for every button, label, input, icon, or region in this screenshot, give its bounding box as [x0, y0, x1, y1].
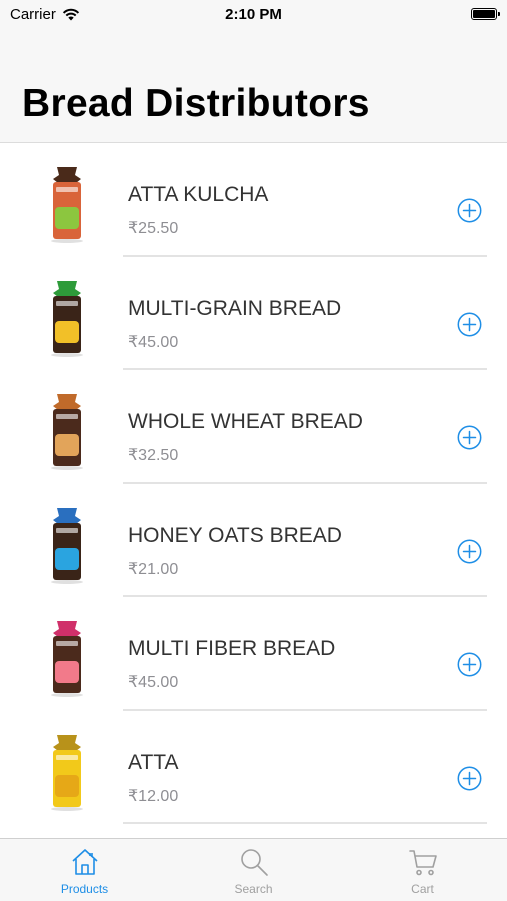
add-to-cart-icon[interactable]	[457, 312, 482, 337]
row-separator	[123, 822, 487, 824]
product-row[interactable]: MULTI-GRAIN BREAD ₹45.00	[0, 257, 507, 370]
product-row[interactable]: ATTA ₹12.00	[0, 711, 507, 824]
product-row[interactable]: HONEY OATS BREAD ₹21.00	[0, 484, 507, 597]
product-row[interactable]: MULTI FIBER BREAD ₹45.00	[0, 597, 507, 711]
product-price: ₹45.00	[128, 333, 179, 351]
bread-package-image	[51, 734, 83, 811]
battery-icon	[471, 8, 500, 20]
bread-package-image	[51, 280, 83, 357]
product-name: ATTA KULCHA	[128, 183, 269, 206]
tab-search[interactable]: Search	[169, 839, 338, 901]
house-icon	[72, 849, 98, 875]
product-name: HONEY OATS BREAD	[128, 523, 342, 547]
nav-header: Bread Distributors	[0, 30, 507, 143]
add-to-cart-icon[interactable]	[457, 652, 482, 677]
product-price: ₹32.50	[128, 447, 179, 464]
product-name: WHOLE WHEAT BREAD	[128, 410, 363, 433]
product-price: ₹21.00	[128, 560, 179, 578]
tab-cart[interactable]: Cart	[338, 839, 507, 901]
product-name: MULTI FIBER BREAD	[128, 637, 336, 660]
bread-package-image	[51, 394, 83, 470]
magnifier-icon	[241, 849, 268, 876]
bread-package-image	[51, 621, 83, 697]
tab-products[interactable]: Products	[0, 839, 169, 901]
page-title: Bread Distributors	[22, 82, 370, 125]
product-row[interactable]: ATTA KULCHA ₹25.50	[0, 143, 507, 257]
add-to-cart-icon[interactable]	[457, 539, 482, 564]
bread-package-image	[51, 507, 83, 584]
add-to-cart-icon[interactable]	[457, 198, 482, 223]
add-to-cart-icon[interactable]	[457, 766, 482, 791]
product-name: ATTA	[128, 750, 179, 774]
tab-label: Search	[234, 882, 273, 896]
tab-label: Cart	[411, 882, 434, 896]
product-row[interactable]: WHOLE WHEAT BREAD ₹32.50	[0, 370, 507, 484]
tab-label: Products	[60, 882, 109, 896]
product-price: ₹45.00	[128, 674, 179, 691]
product-price: ₹12.00	[128, 787, 179, 805]
cart-icon	[409, 850, 437, 876]
product-price: ₹25.50	[128, 220, 179, 237]
status-bar: Carrier 2:10 PM	[0, 0, 507, 30]
product-list: ATTA KULCHA ₹25.50 MULTI-GRAIN BREAD ₹45…	[0, 143, 507, 824]
product-name: MULTI-GRAIN BREAD	[128, 296, 342, 320]
bread-package-image	[51, 167, 83, 243]
add-to-cart-icon[interactable]	[457, 425, 482, 450]
status-time: 2:10 PM	[225, 6, 282, 23]
tab-bar: Products Search Cart	[0, 838, 507, 901]
